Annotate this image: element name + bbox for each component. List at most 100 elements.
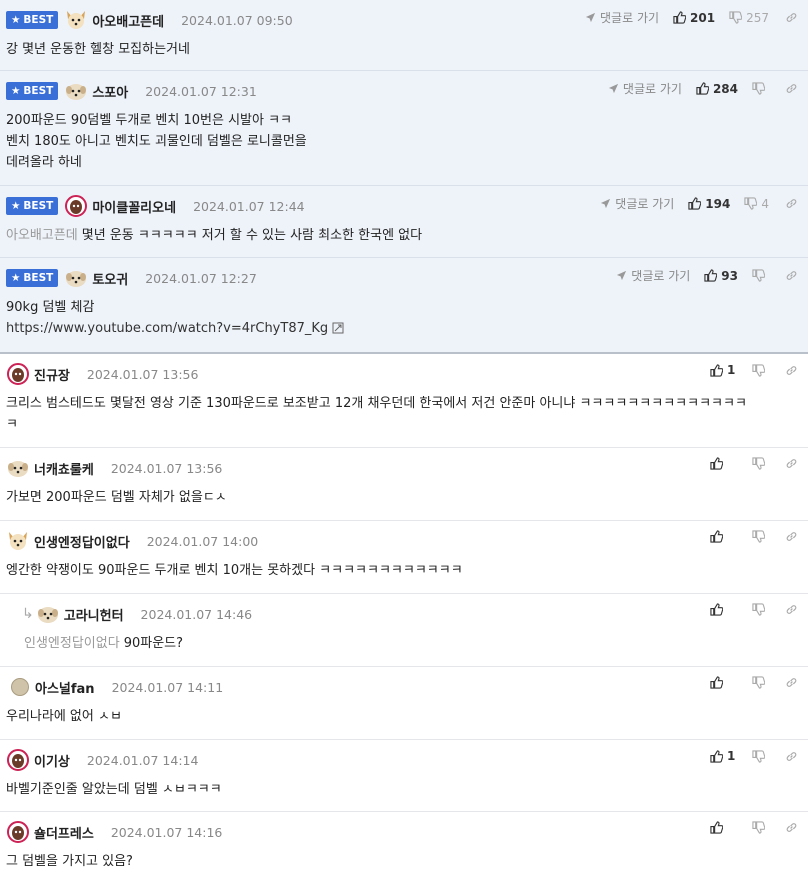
downvote-button[interactable]: 257: [729, 11, 769, 25]
link-icon: [785, 530, 798, 543]
downvote-button[interactable]: [752, 457, 769, 470]
avatar-default[interactable]: [11, 678, 29, 696]
upvote-button[interactable]: 93: [704, 269, 738, 283]
author-name[interactable]: 고라니헌터: [64, 605, 124, 624]
upvote-button[interactable]: [710, 676, 738, 689]
upvote-button[interactable]: 1: [710, 749, 738, 763]
upvote-button[interactable]: 201: [673, 11, 715, 25]
share-link-button[interactable]: [785, 750, 798, 763]
upvote-button[interactable]: 1: [710, 363, 738, 377]
link-icon: [785, 750, 798, 763]
comment-date: 2024.01.07 12:44: [193, 198, 305, 214]
author-name[interactable]: 마이클꼴리오네: [92, 197, 176, 216]
best-badge: ★ BEST: [6, 82, 59, 100]
avatar-dog[interactable]: [64, 9, 88, 31]
external-link-icon[interactable]: [332, 322, 344, 334]
downvote-button[interactable]: [752, 676, 769, 689]
author-name[interactable]: 진규장: [34, 365, 70, 384]
comment-date: 2024.01.07 13:56: [86, 366, 199, 382]
comment-date: 2024.01.07 12:27: [145, 270, 257, 286]
link-icon: [785, 821, 798, 834]
upvote-button[interactable]: [710, 821, 738, 834]
share-link-button[interactable]: [785, 197, 798, 210]
avatar-puppy[interactable]: [64, 267, 88, 289]
thumbs-up-icon: [710, 676, 723, 689]
comment-text: 강 몇년 운동한 헬창 모집하는거네: [6, 42, 190, 57]
upvote-count: 194: [705, 196, 731, 211]
star-icon: ★: [11, 200, 21, 212]
share-link-button[interactable]: [785, 364, 798, 377]
mention-tag[interactable]: 인생엔정답이없다: [24, 636, 120, 651]
comment-date: 2024.01.07 14:46: [140, 606, 253, 622]
downvote-button[interactable]: [752, 530, 769, 543]
comment-text: 아오배고픈데 몇년 운동 ㅋㅋㅋㅋㅋ 저거 할 수 있는 사람 최소한 한국엔 없…: [6, 228, 423, 243]
share-link-button[interactable]: [785, 821, 798, 834]
star-icon: ★: [11, 85, 21, 97]
avatar-poodle[interactable]: [6, 821, 30, 843]
downvote-button[interactable]: [752, 82, 769, 95]
author-name[interactable]: 너캐쵸룰케: [34, 459, 94, 478]
mention-tag[interactable]: 아오배고픈데: [6, 228, 78, 243]
thumbs-down-icon: [752, 821, 765, 834]
upvote-button[interactable]: [710, 530, 738, 543]
avatar-puppy[interactable]: [36, 603, 60, 625]
share-link-button[interactable]: [785, 530, 798, 543]
upvote-button[interactable]: [710, 457, 738, 470]
go-to-reply-link[interactable]: 댓글로 가기: [608, 80, 682, 97]
author-name[interactable]: 숄더프레스: [34, 823, 94, 842]
avatar-poodle[interactable]: [64, 195, 88, 217]
share-link-button[interactable]: [785, 676, 798, 689]
comment-date: 2024.01.07 13:56: [110, 460, 223, 476]
avatar-puppy[interactable]: [64, 80, 88, 102]
link-icon: [785, 82, 798, 95]
best-comment: ★ BEST 아오배고픈데 2024.01.07 09:50 댓글로 가기 201…: [0, 0, 808, 71]
upvote-button[interactable]: 284: [696, 82, 738, 96]
author-name[interactable]: 인생엔정답이없다: [34, 532, 130, 551]
author-name[interactable]: 스포아: [92, 82, 128, 101]
share-link-button[interactable]: [785, 269, 798, 282]
comment-text: 크리스 범스테드도 몇달전 영상 기준 130파운드로 보조받고 12개 채우던…: [6, 396, 747, 432]
author-name[interactable]: 토오귀: [92, 269, 128, 288]
share-link-button[interactable]: [785, 11, 798, 24]
star-icon: ★: [11, 272, 21, 284]
avatar-poodle[interactable]: [6, 363, 30, 385]
avatar-puppy[interactable]: [6, 457, 30, 479]
downvote-button[interactable]: [752, 749, 769, 763]
go-to-reply-link[interactable]: 댓글로 가기: [585, 9, 659, 26]
downvote-button[interactable]: 4: [744, 197, 769, 211]
avatar-dog[interactable]: [6, 530, 30, 552]
thumbs-down-icon: [752, 530, 765, 543]
comment-actions: [710, 676, 798, 689]
best-badge: ★ BEST: [6, 269, 59, 287]
upvote-button[interactable]: 194: [688, 197, 730, 211]
comment-text: 200파운드 90덤벨 두개로 벤치 10번은 시발아 ㅋㅋ 벤치 180도 아…: [6, 113, 307, 170]
go-to-reply-link[interactable]: 댓글로 가기: [616, 267, 690, 284]
comment-actions: [710, 530, 798, 543]
comment-text: 우리나라에 없어 ㅅㅂ: [6, 709, 122, 724]
downvote-button[interactable]: [752, 821, 769, 834]
downvote-button[interactable]: [752, 603, 769, 616]
go-to-reply-link[interactable]: 댓글로 가기: [600, 195, 674, 212]
youtube-link[interactable]: https://www.youtube.com/watch?v=4rChyT87…: [6, 321, 328, 336]
downvote-button[interactable]: [752, 363, 769, 377]
downvote-button[interactable]: [752, 269, 769, 282]
comment-actions: [710, 457, 798, 470]
reply-arrow-icon: ↳: [22, 606, 34, 622]
share-link-button[interactable]: [785, 457, 798, 470]
avatar-poodle[interactable]: [6, 749, 30, 771]
author-name[interactable]: 아스널fan: [35, 678, 95, 697]
share-link-button[interactable]: [785, 603, 798, 616]
send-arrow-icon: [616, 270, 627, 281]
thumbs-up-icon: [704, 269, 718, 282]
share-link-button[interactable]: [785, 82, 798, 95]
thumbs-down-icon: [752, 82, 765, 95]
thumbs-down-icon: [729, 11, 743, 24]
upvote-count: 284: [712, 81, 738, 96]
author-name[interactable]: 이기상: [34, 751, 70, 770]
upvote-count: 93: [721, 268, 738, 283]
author-name[interactable]: 아오배고픈데: [92, 11, 164, 30]
upvote-button[interactable]: [710, 603, 738, 616]
thumbs-up-icon: [710, 603, 723, 616]
downvote-count: 4: [761, 196, 769, 211]
best-badge: ★ BEST: [6, 11, 59, 29]
